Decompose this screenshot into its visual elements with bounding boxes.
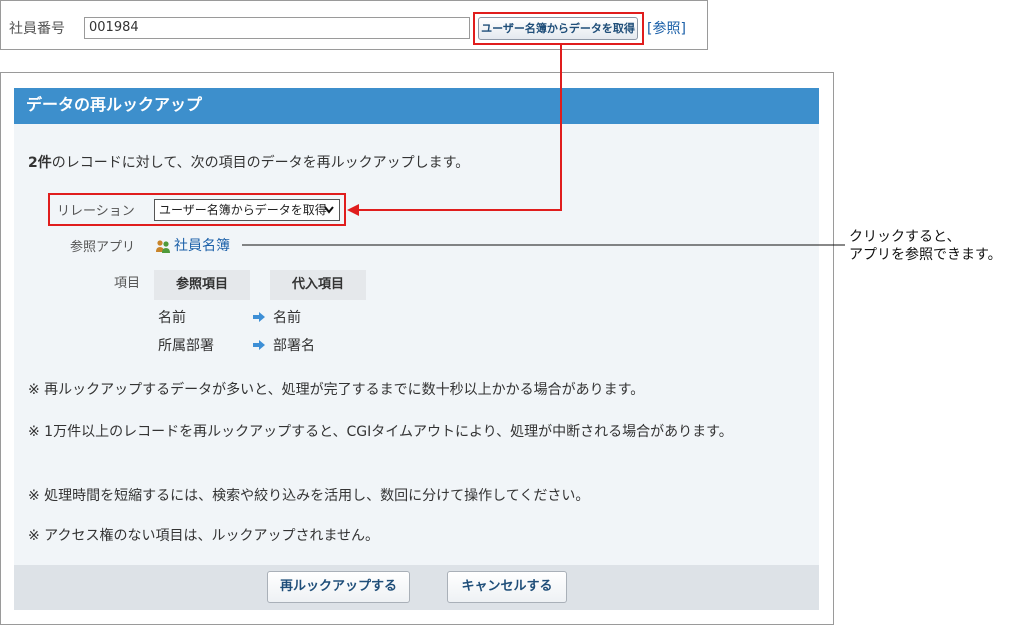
note-text: ※ アクセス権のない項目は、ルックアップされません。 — [28, 528, 380, 544]
header-substitute-field: 代入項目 — [270, 270, 366, 300]
callout-line: アプリを参照できます。 — [849, 247, 1002, 263]
items-label: 項目 — [114, 276, 141, 291]
header-reference-field: 参照項目 — [154, 270, 250, 300]
employee-number-input[interactable]: 001984 — [84, 17, 470, 39]
arrow-right-icon — [253, 340, 265, 350]
people-app-icon — [155, 238, 171, 254]
mapping-ref-cell: 名前 — [158, 310, 186, 326]
relookup-summary: 2件のレコードに対して、次の項目のデータを再ルックアップします。 — [28, 152, 469, 172]
summary-text: のレコードに対して、次の項目のデータを再ルックアップします。 — [51, 155, 470, 171]
arrow-right-icon — [253, 312, 265, 322]
note-text: ※ 1万件以上のレコードを再ルックアップすると、CGIタイムアウトにより、処理が… — [28, 424, 733, 440]
employee-number-label: 社員番号 — [9, 21, 65, 37]
dialog-title: データの再ルックアップ — [14, 88, 819, 124]
callout-text: クリックすると、 アプリを参照できます。 — [849, 228, 1002, 264]
dialog-footer — [14, 565, 819, 610]
note-text: ※ 再ルックアップするデータが多いと、処理が完了するまでに数十秒以上かかる場合が… — [28, 382, 645, 398]
cancel-button[interactable]: キャンセルする — [447, 571, 567, 603]
chevron-down-icon — [323, 200, 335, 226]
callout-line: クリックすると、 — [849, 229, 961, 245]
mapping-sub-cell: 部署名 — [273, 338, 315, 354]
reference-app-label: 参照アプリ — [70, 240, 136, 255]
note-text: ※ 処理時間を短縮するには、検索や絞り込みを活用し、数回に分けて操作してください… — [28, 488, 590, 504]
reference-link[interactable]: [参照] — [647, 18, 686, 38]
relation-select[interactable]: ユーザー名簿からデータを取得 — [154, 199, 340, 221]
get-data-from-users-button[interactable]: ユーザー名簿からデータを取得 — [478, 17, 638, 40]
record-count: 2件 — [28, 155, 52, 171]
relookup-button[interactable]: 再ルックアップする — [267, 571, 410, 603]
mapping-ref-cell: 所属部署 — [158, 338, 214, 354]
relation-label: リレーション — [57, 204, 135, 219]
relation-selected-value: ユーザー名簿からデータを取得 — [159, 203, 327, 217]
reference-app-link[interactable]: 社員名簿 — [174, 235, 230, 255]
mapping-sub-cell: 名前 — [273, 310, 301, 326]
